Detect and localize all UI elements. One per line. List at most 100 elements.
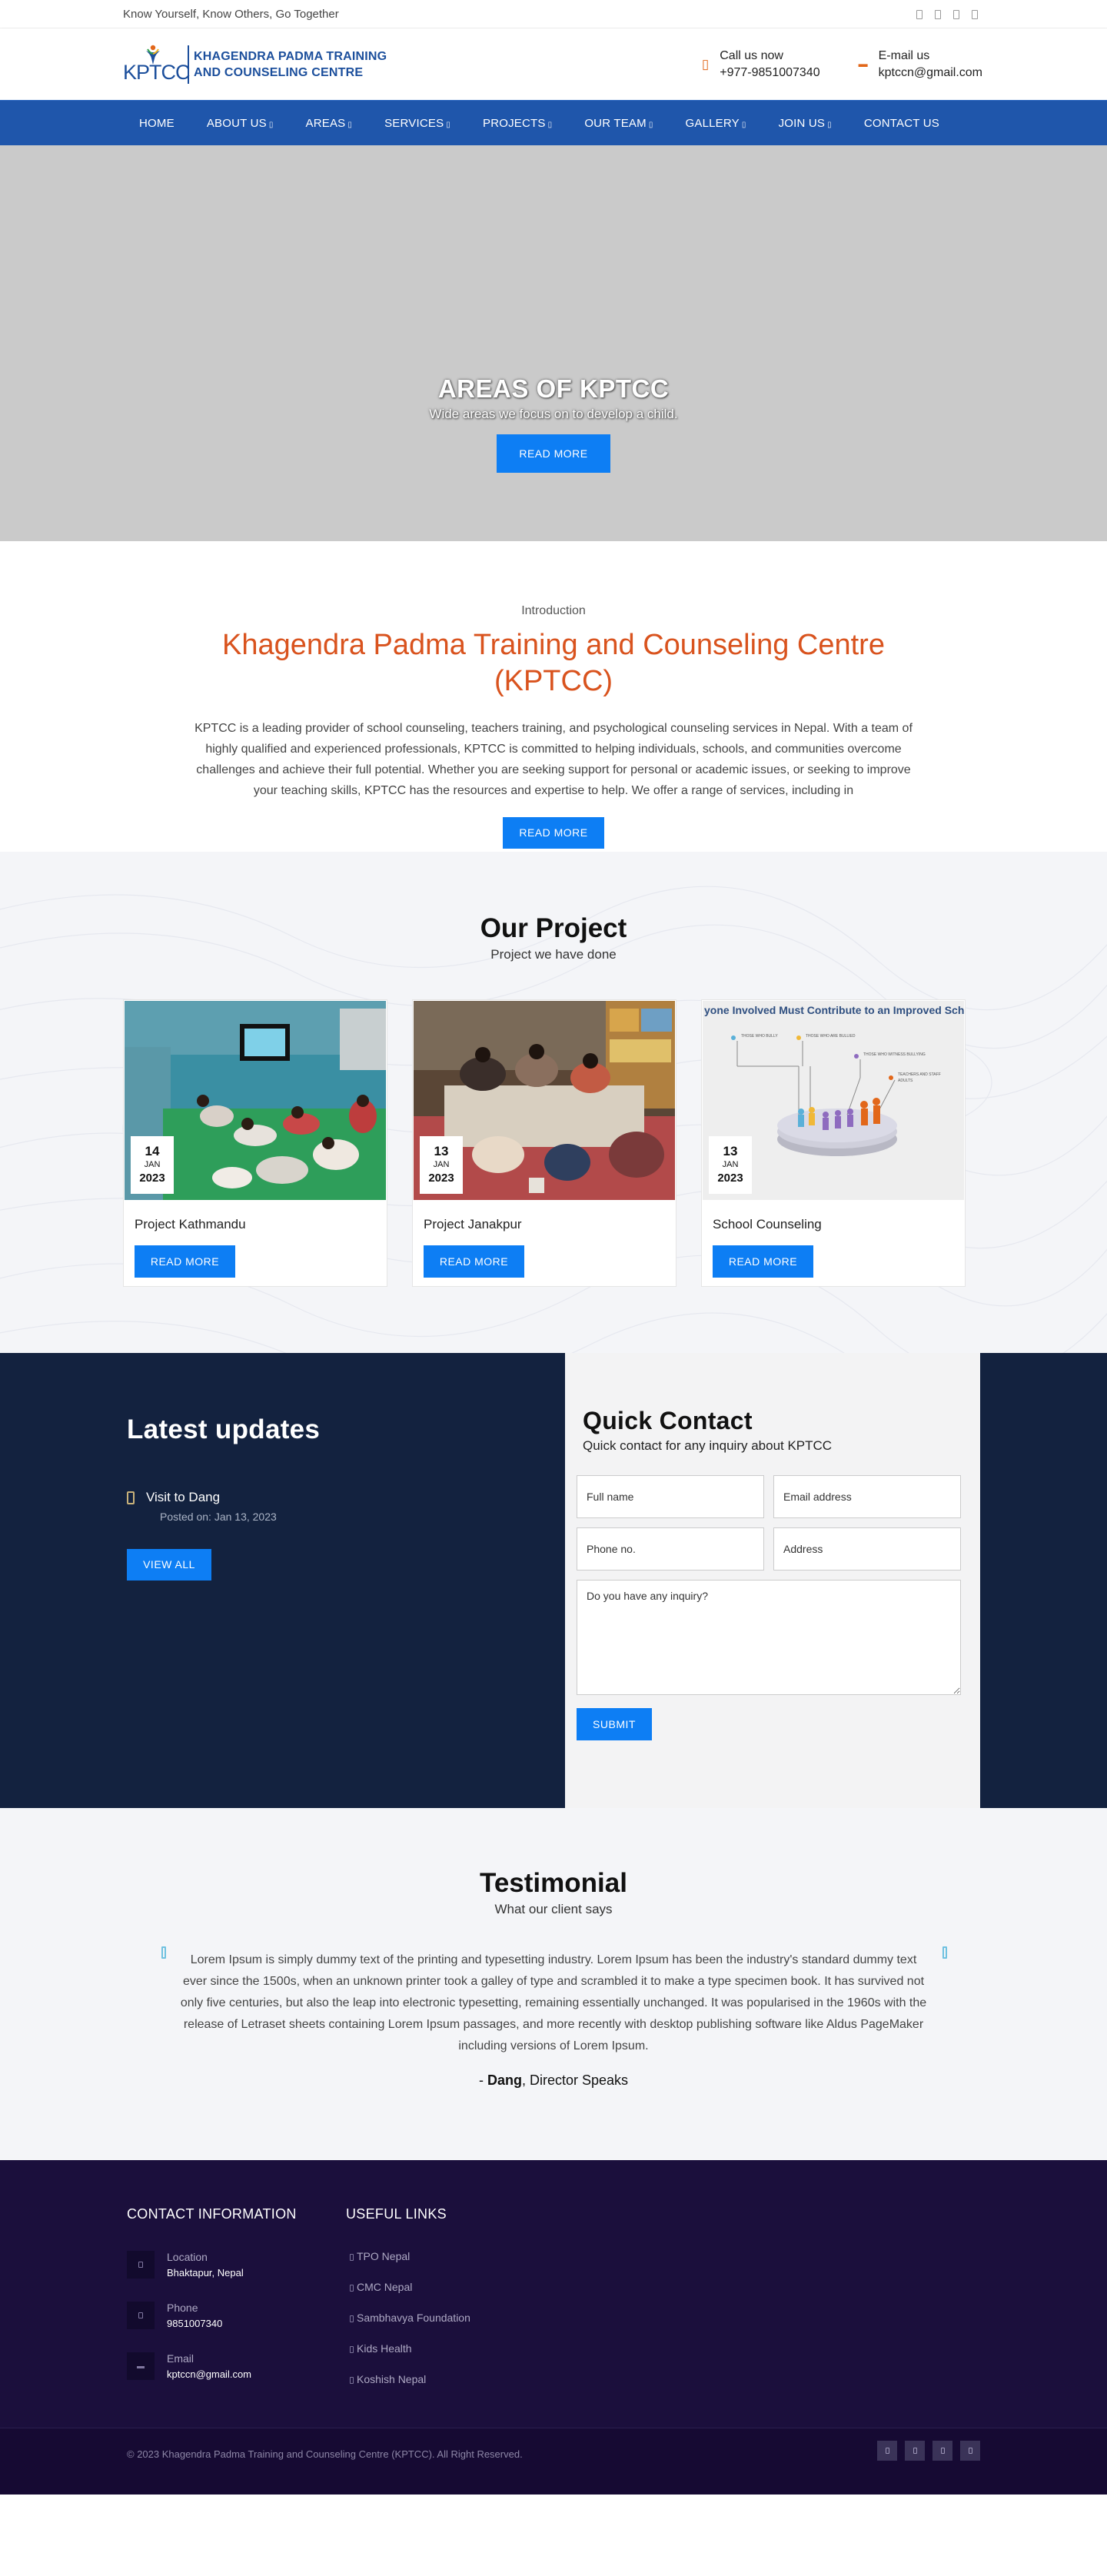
projects-title: Our Project: [480, 913, 627, 943]
next-arrow-icon[interactable]: [942, 1946, 947, 1959]
footer-location-value: Bhaktapur, Nepal: [167, 2267, 244, 2279]
full-name-input[interactable]: [577, 1475, 764, 1518]
infographic-label: ADULTS: [898, 1079, 913, 1083]
project-cards: 14 JAN 2023 Project Kathmandu READ MORE: [123, 999, 984, 1287]
author-prefix: -: [478, 2072, 487, 2088]
inquiry-textarea[interactable]: [577, 1580, 961, 1695]
phone-input[interactable]: [577, 1527, 764, 1571]
call-title: Call us now: [720, 48, 783, 62]
location-icon: [138, 2262, 143, 2268]
footer-link[interactable]: Koshish Nepal: [346, 2373, 470, 2385]
footer-phone-value[interactable]: 9851007340: [167, 2316, 222, 2332]
view-all-button[interactable]: VIEW ALL: [127, 1549, 211, 1581]
footer-link-label: CMC Nepal: [357, 2281, 413, 2293]
nav-label: ABOUT US: [206, 116, 267, 130]
nav-label: AREAS: [305, 116, 346, 130]
twitter-icon[interactable]: [905, 2441, 925, 2461]
instagram-icon[interactable]: [932, 2441, 952, 2461]
email-input[interactable]: [773, 1475, 961, 1518]
project-card[interactable]: 14 JAN 2023 Project Kathmandu READ MORE: [123, 999, 387, 1287]
footer-link[interactable]: CMC Nepal: [346, 2281, 470, 2293]
chevron-right-icon: [350, 2376, 354, 2384]
chevron-down-icon: ▯: [268, 120, 274, 129]
chevron-down-icon: ▯: [347, 120, 353, 129]
project-card[interactable]: yone Involved Must Contribute to an Impr…: [701, 999, 966, 1287]
project-title[interactable]: Project Kathmandu: [135, 1217, 387, 1232]
facebook-icon[interactable]: [916, 9, 922, 19]
nav-about-us[interactable]: ABOUT US ▯: [191, 117, 290, 130]
project-card[interactable]: 13 JAN 2023 Project Janakpur READ MORE: [412, 999, 676, 1287]
footer-link-label: Kids Health: [357, 2342, 412, 2355]
call-box[interactable]: ▯ Call us now +977-9851007340: [702, 48, 820, 81]
youtube-icon[interactable]: [972, 9, 978, 19]
phone-icon: [138, 2312, 143, 2318]
hero-read-more-button[interactable]: READ MORE: [497, 434, 610, 473]
chevron-right-icon: [350, 2315, 354, 2322]
nav-projects[interactable]: PROJECTS ▯: [467, 117, 568, 130]
update-date: Posted on: Jan 13, 2023: [160, 1511, 277, 1523]
latest-updates: Latest updates Visit to Dang Posted on: …: [127, 1414, 434, 1581]
update-item[interactable]: Visit to Dang Posted on: Jan 13, 2023: [127, 1490, 434, 1523]
email-box[interactable]: ▬ E-mail us kptccn@gmail.com: [859, 48, 982, 81]
project-read-more-button[interactable]: READ MORE: [713, 1245, 813, 1278]
hero-subtitle: Wide areas we focus on to develop a chil…: [429, 407, 678, 421]
nav-areas[interactable]: AREAS ▯: [290, 117, 369, 130]
logo-name: KHAGENDRA PADMA TRAINING AND COUNSELING …: [194, 48, 387, 81]
date-day: 13: [723, 1144, 738, 1158]
project-read-more-button[interactable]: READ MORE: [135, 1245, 235, 1278]
site-logo[interactable]: KPTCC KHAGENDRA PADMA TRAINING AND COUNS…: [123, 45, 387, 85]
footer-links-title: USEFUL LINKS: [346, 2206, 447, 2222]
footer-link[interactable]: TPO Nepal: [346, 2250, 470, 2262]
date-year: 2023: [428, 1172, 454, 1185]
project-date-badge: 13 JAN 2023: [709, 1136, 752, 1194]
nav-services[interactable]: SERVICES ▯: [368, 117, 467, 130]
footer-link[interactable]: Sambhavya Foundation: [346, 2312, 470, 2324]
nav-our-team[interactable]: OUR TEAM ▯: [568, 117, 669, 130]
date-month: JAN: [433, 1160, 450, 1169]
update-title[interactable]: Visit to Dang: [146, 1490, 434, 1505]
nav-label: HOME: [139, 116, 175, 130]
updates-title: Latest updates: [127, 1414, 321, 1444]
footer-link[interactable]: Kids Health: [346, 2342, 470, 2355]
author-name: Dang: [487, 2072, 522, 2088]
intro-read-more-button[interactable]: READ MORE: [503, 817, 604, 849]
footer-link-label: Koshish Nepal: [357, 2373, 427, 2385]
submit-button[interactable]: SUBMIT: [577, 1708, 652, 1740]
address-input[interactable]: [773, 1527, 961, 1571]
logo-abbr: KPTCC: [123, 60, 191, 84]
intro-section: Introduction Khagendra Padma Training an…: [0, 541, 1107, 852]
footer-email-value[interactable]: kptccn@gmail.com: [167, 2367, 251, 2382]
main-nav: HOME ABOUT US ▯ AREAS ▯ SERVICES ▯ PROJECTS…: [0, 100, 1107, 145]
projects-subtitle: Project we have done: [490, 947, 617, 962]
twitter-icon[interactable]: [935, 9, 941, 19]
nav-gallery[interactable]: GALLERY ▯: [670, 117, 763, 130]
top-social-links: [916, 9, 978, 19]
envelope-icon: ▬: [858, 58, 868, 69]
chevron-down-icon: ▯: [648, 120, 653, 129]
logo-name-line2: AND COUNSELING CENTRE: [194, 65, 364, 79]
instagram-icon[interactable]: [953, 9, 959, 19]
project-title[interactable]: School Counseling: [713, 1217, 965, 1232]
email-icon: ▬: [137, 2362, 145, 2371]
project-title[interactable]: Project Janakpur: [424, 1217, 676, 1232]
project-read-more-button[interactable]: READ MORE: [424, 1245, 524, 1278]
email-value: kptccn@gmail.com: [878, 65, 982, 79]
nav-label: GALLERY: [685, 116, 740, 130]
infographic-label: THOSE WHO ARE BULLIED: [806, 1034, 856, 1039]
nav-contact-us[interactable]: CONTACT US: [848, 117, 956, 130]
nav-label: JOIN US: [778, 116, 826, 130]
logo-mark: KPTCC: [123, 45, 191, 85]
youtube-icon[interactable]: [960, 2441, 980, 2461]
call-value: +977-9851007340: [720, 65, 820, 79]
date-year: 2023: [717, 1172, 743, 1185]
chevron-down-icon: ▯: [827, 120, 832, 129]
nav-join-us[interactable]: JOIN US ▯: [763, 117, 848, 130]
project-date-badge: 13 JAN 2023: [420, 1136, 463, 1194]
quick-contact-title: Quick Contact: [583, 1407, 753, 1434]
tagline: Know Yourself, Know Others, Go Together: [123, 8, 339, 21]
facebook-icon[interactable]: [877, 2441, 897, 2461]
prev-arrow-icon[interactable]: [161, 1946, 166, 1959]
nav-home[interactable]: HOME: [123, 117, 191, 130]
chevron-right-icon: [350, 2284, 354, 2292]
site-header: KPTCC KHAGENDRA PADMA TRAINING AND COUNS…: [0, 28, 1107, 100]
